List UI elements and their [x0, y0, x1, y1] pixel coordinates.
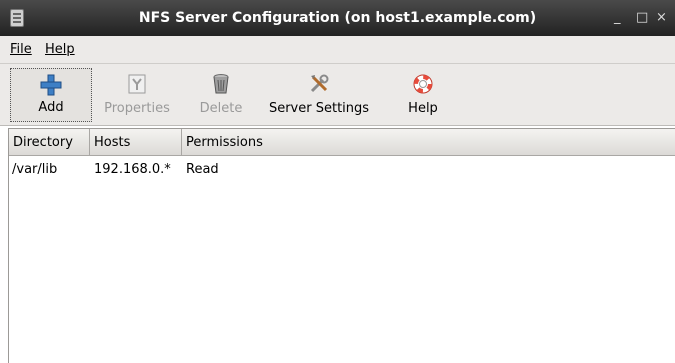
cell-permissions: Read — [186, 162, 219, 177]
server-settings-label: Server Settings — [268, 101, 370, 116]
add-button[interactable]: Add — [10, 68, 92, 122]
cell-hosts: 192.168.0.* — [94, 162, 171, 177]
column-header-directory[interactable]: Directory — [9, 129, 90, 156]
menu-file-label: File — [10, 42, 32, 57]
column-header-hosts[interactable]: Hosts — [90, 129, 182, 156]
menu-bar: File Help — [0, 36, 675, 64]
column-header-permissions[interactable]: Permissions — [182, 129, 675, 156]
help-button[interactable]: Help — [397, 68, 449, 122]
menu-file[interactable]: File — [10, 42, 32, 57]
server-settings-button[interactable]: Server Settings — [252, 68, 386, 122]
minimize-button[interactable]: _ — [614, 10, 621, 25]
properties-button[interactable]: Properties — [96, 68, 178, 122]
title-bar: NFS Server Configuration (on host1.examp… — [0, 0, 675, 36]
lifebuoy-icon — [413, 74, 433, 94]
trash-can-icon — [213, 74, 229, 94]
column-header-permissions-label: Permissions — [186, 135, 263, 150]
properties-label: Properties — [104, 101, 170, 116]
column-header-directory-label: Directory — [13, 135, 73, 150]
plus-icon — [40, 74, 62, 96]
cell-directory: /var/lib — [12, 162, 58, 177]
menu-help[interactable]: Help — [45, 42, 75, 57]
close-button[interactable]: × — [656, 10, 667, 25]
column-header-hosts-label: Hosts — [94, 135, 131, 150]
menu-help-label: Help — [45, 42, 75, 57]
properties-icon — [128, 74, 146, 94]
window-title: NFS Server Configuration (on host1.examp… — [138, 10, 537, 26]
delete-label: Delete — [199, 101, 243, 116]
maximize-button[interactable]: □ — [636, 10, 648, 25]
add-label: Add — [38, 100, 64, 115]
tools-icon — [310, 74, 329, 93]
delete-button[interactable]: Delete — [190, 68, 252, 122]
toolbar: Add Properties Delete Server Settings He… — [0, 64, 675, 126]
exports-table[interactable]: Directory Hosts Permissions /var/lib 192… — [8, 128, 675, 363]
help-label: Help — [408, 101, 438, 116]
